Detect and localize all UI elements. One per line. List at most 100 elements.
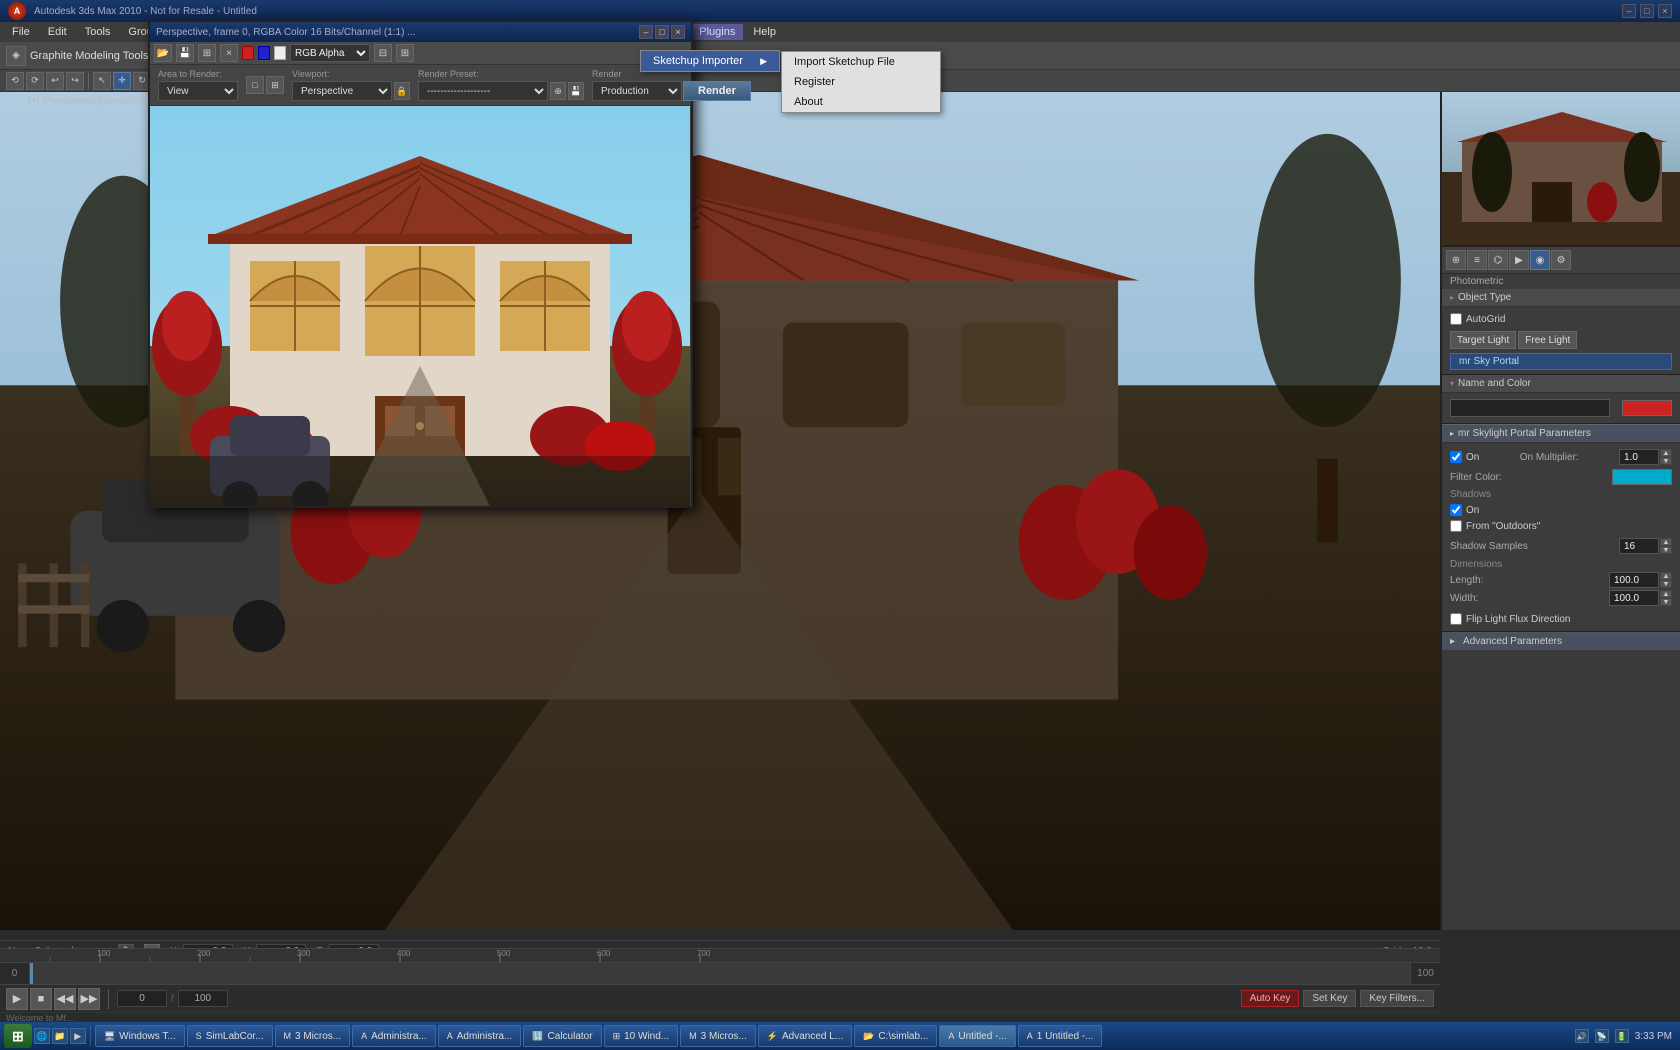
viewport-select[interactable]: Perspective Top Front Left: [292, 81, 392, 101]
taskbar-simlab[interactable]: S SimLabCor...: [187, 1025, 273, 1047]
taskbar-3micros-1[interactable]: M 3 Micros...: [275, 1025, 351, 1047]
on-checkbox[interactable]: [1450, 451, 1462, 463]
props-create-icon[interactable]: ⊕: [1446, 250, 1466, 270]
rd-channel-select[interactable]: RGB Alpha Red Green Blue Alpha: [290, 44, 370, 62]
taskbar-calculator[interactable]: 🔢 Calculator: [523, 1025, 601, 1047]
viewport-lock-icon[interactable]: 🔒: [394, 82, 410, 100]
register-item[interactable]: Register: [782, 72, 940, 92]
render-type-select[interactable]: Production ActiveShade: [592, 81, 682, 101]
rd-fit-icon[interactable]: ⊞: [396, 44, 414, 62]
props-motion-icon[interactable]: ▶: [1509, 250, 1529, 270]
autogrid-checkbox[interactable]: [1450, 313, 1462, 325]
rd-save-icon[interactable]: 💾: [176, 44, 194, 62]
filter-color-swatch[interactable]: [1612, 469, 1672, 485]
preset-save-icon[interactable]: 💾: [568, 82, 584, 100]
name-input[interactable]: [1450, 399, 1610, 417]
advanced-params-header[interactable]: ▸ Advanced Parameters: [1442, 632, 1680, 650]
menu-help[interactable]: Help: [745, 24, 784, 40]
shadows-outdoors-checkbox[interactable]: [1450, 520, 1462, 532]
shadow-samples-input[interactable]: [1619, 538, 1659, 554]
rd-color-white[interactable]: [274, 46, 286, 60]
next-frame-btn[interactable]: ▶▶: [78, 988, 100, 1010]
quicklaunch-folder[interactable]: 📁: [52, 1028, 68, 1044]
rd-open-icon[interactable]: 📂: [154, 44, 172, 62]
play-btn[interactable]: ▶: [6, 988, 28, 1010]
tb-move[interactable]: ✛: [113, 72, 131, 90]
quicklaunch-media[interactable]: ▶: [70, 1028, 86, 1044]
menu-edit[interactable]: Edit: [40, 24, 75, 40]
shadow-spin-up[interactable]: ▲: [1660, 538, 1672, 546]
close-btn[interactable]: ×: [1658, 4, 1672, 18]
shadows-on-checkbox[interactable]: [1450, 504, 1462, 516]
taskbar-admin-1[interactable]: A Administra...: [352, 1025, 436, 1047]
maximize-btn[interactable]: □: [1640, 4, 1654, 18]
width-input[interactable]: [1609, 590, 1659, 606]
taskbar-10wind[interactable]: ⊞ 10 Wind...: [604, 1025, 679, 1047]
props-utilities-icon[interactable]: ⚙: [1551, 250, 1571, 270]
rd-copy-icon[interactable]: ⊞: [198, 44, 216, 62]
dialog-maximize-btn[interactable]: □: [655, 25, 669, 39]
mult-spin-dn[interactable]: ▼: [1660, 457, 1672, 465]
taskbar-windows-t[interactable]: 🖥 Windows T...: [95, 1025, 185, 1047]
frame-input[interactable]: 0: [117, 990, 167, 1007]
menu-tools[interactable]: Tools: [77, 24, 119, 40]
set-key-btn[interactable]: Set Key: [1303, 990, 1356, 1007]
dialog-minimize-btn[interactable]: –: [639, 25, 653, 39]
shadow-spin-dn[interactable]: ▼: [1660, 546, 1672, 554]
tb-icon-redo[interactable]: ↪: [66, 72, 84, 90]
name-color-header[interactable]: ▾ Name and Color: [1442, 375, 1680, 393]
taskbar-untitled-2[interactable]: A 1 Untitled -...: [1018, 1025, 1103, 1047]
free-light-btn[interactable]: Free Light: [1518, 331, 1577, 349]
taskbar-3micros-2[interactable]: M 3 Micros...: [680, 1025, 756, 1047]
target-light-btn[interactable]: Target Light: [1450, 331, 1516, 349]
area-to-render-select[interactable]: View Selected Region Blowup Crop: [158, 81, 238, 101]
rd-color-red[interactable]: [242, 46, 254, 60]
length-input[interactable]: [1609, 572, 1659, 588]
minimize-btn[interactable]: –: [1622, 4, 1636, 18]
render-preset-select[interactable]: ------------------- Draft Medium High: [418, 81, 548, 101]
tb-icon-undo[interactable]: ↩: [46, 72, 64, 90]
width-spin-dn[interactable]: ▼: [1660, 598, 1672, 606]
stop-btn[interactable]: ■: [30, 988, 52, 1010]
taskbar-untitled-1[interactable]: A Untitled -...: [939, 1025, 1015, 1047]
props-modify-icon[interactable]: ≡: [1467, 250, 1487, 270]
prev-frame-btn[interactable]: ◀◀: [54, 988, 76, 1010]
import-sketchup-file-item[interactable]: Import Sketchup File: [782, 52, 940, 72]
tb-select[interactable]: ↖: [93, 72, 111, 90]
rd-delete-icon[interactable]: ×: [220, 44, 238, 62]
flip-light-flux-checkbox[interactable]: [1450, 613, 1462, 625]
plugins-sketchup-item[interactable]: Sketchup Importer ▶: [641, 51, 779, 71]
menu-file[interactable]: File: [4, 24, 38, 40]
ar-icon2[interactable]: ⊞: [266, 76, 284, 94]
rd-expand-icon[interactable]: ⊟: [374, 44, 392, 62]
rd-color-blue[interactable]: [258, 46, 270, 60]
taskbar-admin-2[interactable]: A Administra...: [438, 1025, 522, 1047]
render-button[interactable]: Render: [683, 81, 751, 101]
mult-spin-up[interactable]: ▲: [1660, 449, 1672, 457]
length-spin-dn[interactable]: ▼: [1660, 580, 1672, 588]
quicklaunch-ie[interactable]: 🌐: [34, 1028, 50, 1044]
taskbar-advanced-l[interactable]: ⚡ Advanced L...: [758, 1025, 852, 1047]
about-item[interactable]: About: [782, 92, 940, 112]
preset-load-icon[interactable]: ⊕: [550, 82, 566, 100]
tb-icon-2[interactable]: ⟳: [26, 72, 44, 90]
tb-icon-1[interactable]: ⟲: [6, 72, 24, 90]
width-spin-up[interactable]: ▲: [1660, 590, 1672, 598]
mr-sky-portal-btn[interactable]: mr Sky Portal: [1450, 353, 1672, 370]
length-spin-up[interactable]: ▲: [1660, 572, 1672, 580]
multiplier-input[interactable]: [1619, 449, 1659, 465]
start-button[interactable]: ⊞: [4, 1024, 32, 1048]
ar-icon1[interactable]: □: [246, 76, 264, 94]
skylight-portal-header[interactable]: mr Skylight Portal Parameters: [1442, 424, 1680, 443]
menu-plugins[interactable]: Plugins: [691, 24, 743, 40]
frame-total-input[interactable]: 100: [178, 990, 228, 1007]
object-type-header[interactable]: ▸ Object Type: [1442, 289, 1680, 307]
props-display-icon[interactable]: ◉: [1530, 250, 1550, 270]
auto-key-btn[interactable]: Auto Key: [1241, 990, 1300, 1007]
props-hierarchy-icon[interactable]: ⌬: [1488, 250, 1508, 270]
taskbar-simlab-path[interactable]: 📂 C:\simlab...: [854, 1025, 937, 1047]
timeline-slider[interactable]: [30, 963, 1410, 985]
dialog-close-btn[interactable]: ×: [671, 25, 685, 39]
color-swatch[interactable]: [1622, 400, 1672, 416]
key-filters-btn[interactable]: Key Filters...: [1360, 990, 1434, 1007]
